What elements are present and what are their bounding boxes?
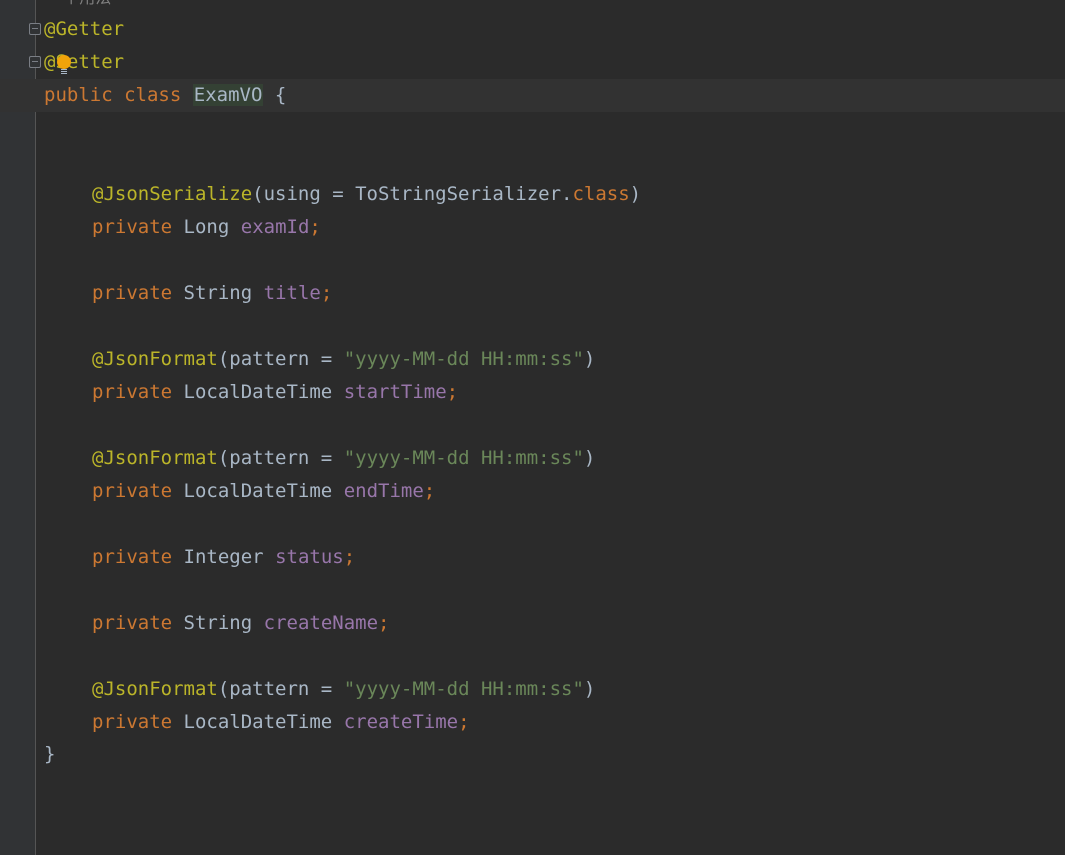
code-line-close-brace: } bbox=[0, 738, 1065, 771]
field-type: LocalDateTime bbox=[183, 480, 333, 502]
lightbulb-icon[interactable] bbox=[57, 55, 71, 74]
code-line-field-title: private String title; bbox=[0, 277, 1065, 310]
class-name[interactable]: ExamVO bbox=[192, 84, 264, 106]
field-name: startTime bbox=[343, 381, 447, 403]
field-declaration: private LocalDateTime startTime; bbox=[92, 376, 458, 409]
format-args-close: ) bbox=[583, 447, 596, 469]
format-pattern-string: "yyyy-MM-dd HH:mm:ss" bbox=[343, 678, 584, 700]
code-editor[interactable]: * 个用法 @Getter @Setter public class ExamV… bbox=[0, 0, 1065, 855]
getter-annotation: @Getter bbox=[44, 18, 125, 40]
code-area[interactable]: * 个用法 @Getter @Setter public class ExamV… bbox=[0, 0, 1065, 855]
code-line-json-format-start: @JsonFormat(pattern = "yyyy-MM-dd HH:mm:… bbox=[0, 343, 1065, 376]
class-keyword: class bbox=[124, 84, 182, 106]
field-name: createTime bbox=[343, 711, 459, 733]
field-name: title bbox=[263, 282, 321, 304]
semicolon: ; bbox=[320, 282, 333, 304]
field-type: Long bbox=[183, 216, 230, 238]
setter-annotation: @Setter bbox=[44, 51, 125, 73]
format-args-open: (pattern = bbox=[217, 447, 344, 469]
format-pattern-string: "yyyy-MM-dd HH:mm:ss" bbox=[343, 348, 584, 370]
code-line-field-starttime: private LocalDateTime startTime; bbox=[0, 376, 1065, 409]
json-format-annotation: @JsonFormat(pattern = "yyyy-MM-dd HH:mm:… bbox=[92, 343, 595, 376]
field-declaration: private String createName; bbox=[92, 607, 389, 640]
code-line-field-createname: private String createName; bbox=[0, 607, 1065, 640]
semicolon: ; bbox=[458, 711, 470, 733]
field-type: Integer bbox=[183, 546, 264, 568]
code-line-field-status: private Integer status; bbox=[0, 541, 1065, 574]
semicolon: ; bbox=[378, 612, 390, 634]
field-type: LocalDateTime bbox=[183, 711, 333, 733]
json-format-name: @JsonFormat bbox=[92, 447, 218, 469]
field-name: createName bbox=[263, 612, 379, 634]
open-brace: { bbox=[274, 84, 287, 106]
code-line-comment: * 个用法 bbox=[0, 0, 1065, 14]
field-modifier: private bbox=[92, 282, 173, 304]
field-type: String bbox=[183, 612, 253, 634]
close-brace: } bbox=[44, 743, 56, 765]
usages-hint: * 个用法 bbox=[44, 0, 111, 14]
format-args-close: ) bbox=[583, 678, 596, 700]
json-format-name: @JsonFormat bbox=[92, 678, 218, 700]
json-format-annotation: @JsonFormat(pattern = "yyyy-MM-dd HH:mm:… bbox=[92, 442, 595, 475]
code-line-setter: @Setter bbox=[0, 46, 1065, 79]
code-line-field-examid: private Long examId; bbox=[0, 211, 1065, 244]
field-modifier: private bbox=[92, 480, 173, 502]
code-line-json-format-end: @JsonFormat(pattern = "yyyy-MM-dd HH:mm:… bbox=[0, 442, 1065, 475]
field-name: status bbox=[275, 546, 344, 568]
code-line-json-serialize: @JsonSerialize(using = ToStringSerialize… bbox=[0, 178, 1065, 211]
field-type: LocalDateTime bbox=[183, 381, 333, 403]
format-args-open: (pattern = bbox=[217, 678, 344, 700]
field-modifier: private bbox=[92, 216, 173, 238]
code-line-class-declaration: public class ExamVO { bbox=[0, 79, 1065, 112]
semicolon: ; bbox=[423, 480, 436, 502]
serialize-class-keyword: class bbox=[572, 183, 630, 205]
serialize-args-open: (using = ToStringSerializer. bbox=[252, 183, 573, 205]
field-name: endTime bbox=[343, 480, 424, 502]
fold-marker-icon[interactable] bbox=[29, 23, 41, 35]
semicolon: ; bbox=[343, 546, 356, 568]
json-format-annotation: @JsonFormat(pattern = "yyyy-MM-dd HH:mm:… bbox=[92, 673, 595, 706]
field-modifier: private bbox=[92, 381, 173, 403]
json-format-name: @JsonFormat bbox=[92, 348, 218, 370]
format-args-open: (pattern = bbox=[217, 348, 344, 370]
field-declaration: private LocalDateTime createTime; bbox=[92, 706, 470, 739]
code-line-field-createtime: private LocalDateTime createTime; bbox=[0, 706, 1065, 739]
field-name: examId bbox=[240, 216, 310, 238]
public-keyword: public bbox=[44, 84, 113, 106]
json-serialize-name: @JsonSerialize bbox=[92, 183, 253, 205]
field-modifier: private bbox=[92, 546, 173, 568]
class-declaration: public class ExamVO { bbox=[44, 79, 286, 112]
code-line-field-endtime: private LocalDateTime endTime; bbox=[0, 475, 1065, 508]
field-modifier: private bbox=[92, 711, 173, 733]
semicolon: ; bbox=[309, 216, 321, 238]
code-line-json-format-create: @JsonFormat(pattern = "yyyy-MM-dd HH:mm:… bbox=[0, 673, 1065, 706]
field-type: String bbox=[183, 282, 253, 304]
field-modifier: private bbox=[92, 612, 173, 634]
field-declaration: private LocalDateTime endTime; bbox=[92, 475, 435, 508]
field-declaration: private Integer status; bbox=[92, 541, 355, 574]
code-line-getter: @Getter bbox=[0, 13, 1065, 46]
format-args-close: ) bbox=[583, 348, 596, 370]
field-declaration: private Long examId; bbox=[92, 211, 321, 244]
semicolon: ; bbox=[446, 381, 459, 403]
serialize-args-close: ) bbox=[629, 183, 642, 205]
format-pattern-string: "yyyy-MM-dd HH:mm:ss" bbox=[343, 447, 584, 469]
fold-marker-icon[interactable] bbox=[29, 56, 41, 68]
json-serialize-annotation: @JsonSerialize(using = ToStringSerialize… bbox=[92, 178, 641, 211]
field-declaration: private String title; bbox=[92, 277, 332, 310]
